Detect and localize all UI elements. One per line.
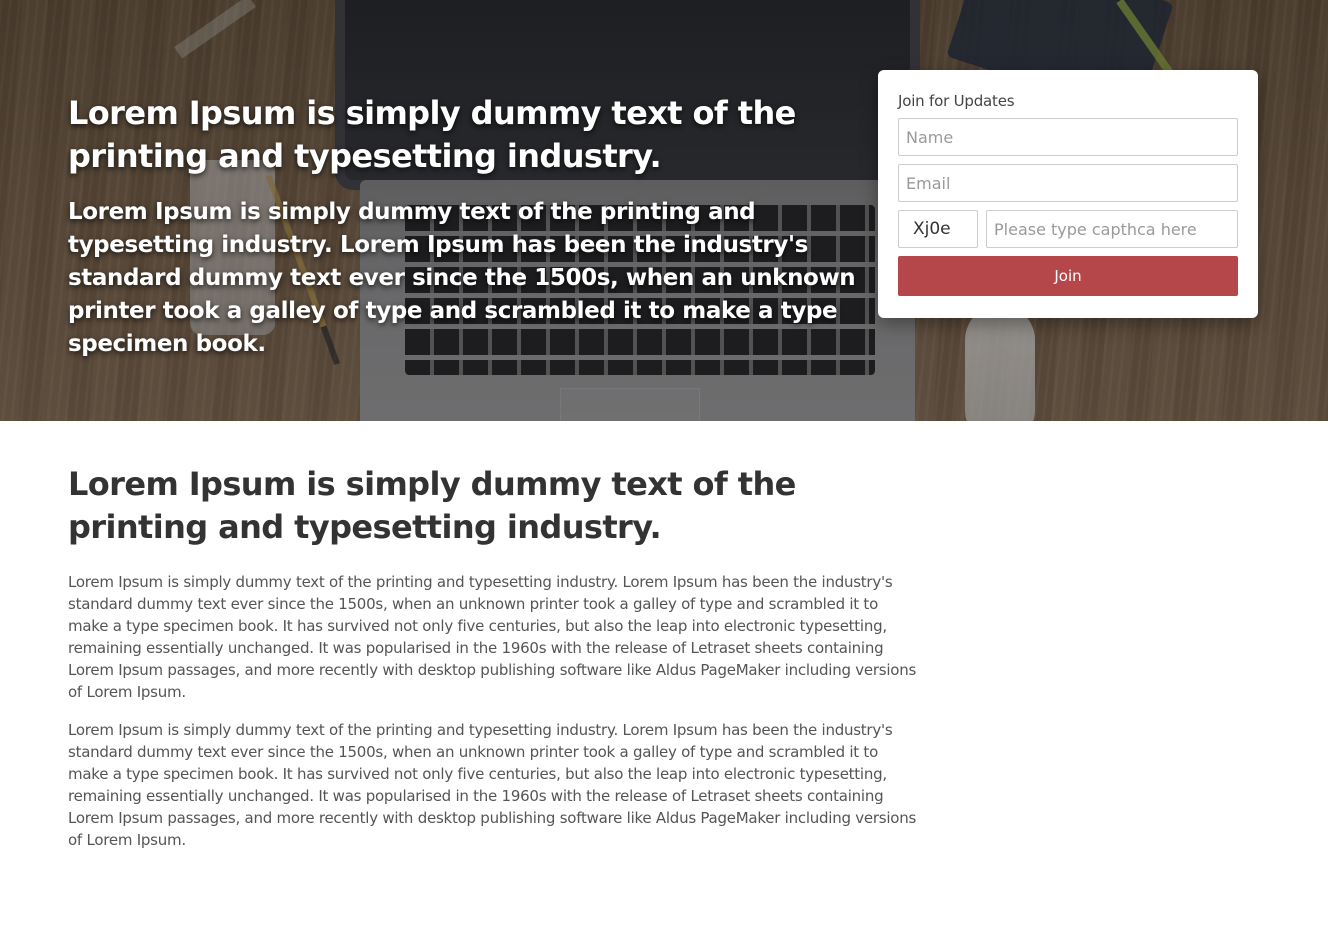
content-paragraph: Lorem Ipsum is simply dummy text of the … <box>68 573 917 701</box>
name-input[interactable] <box>898 118 1238 156</box>
captcha-row: Xj0e <box>898 210 1238 248</box>
content-paragraph: Lorem Ipsum is simply dummy text of the … <box>68 721 917 849</box>
main-content: Lorem Ipsum is simply dummy text of the … <box>68 463 918 851</box>
email-input[interactable] <box>898 164 1238 202</box>
captcha-code: Xj0e <box>898 210 978 248</box>
hero-banner: Lorem Ipsum is simply dummy text of the … <box>0 0 1328 421</box>
captcha-input[interactable] <box>986 210 1238 248</box>
hero-text: Lorem Ipsum is simply dummy text of the … <box>68 92 858 361</box>
hero-title: Lorem Ipsum is simply dummy text of the … <box>68 94 796 175</box>
join-button[interactable]: Join <box>898 256 1238 296</box>
signup-card: Join for Updates Xj0e Join <box>878 70 1258 318</box>
hero-lead: Lorem Ipsum is simply dummy text of the … <box>68 199 856 357</box>
signup-title: Join for Updates <box>898 92 1015 110</box>
content-title: Lorem Ipsum is simply dummy text of the … <box>68 465 796 546</box>
